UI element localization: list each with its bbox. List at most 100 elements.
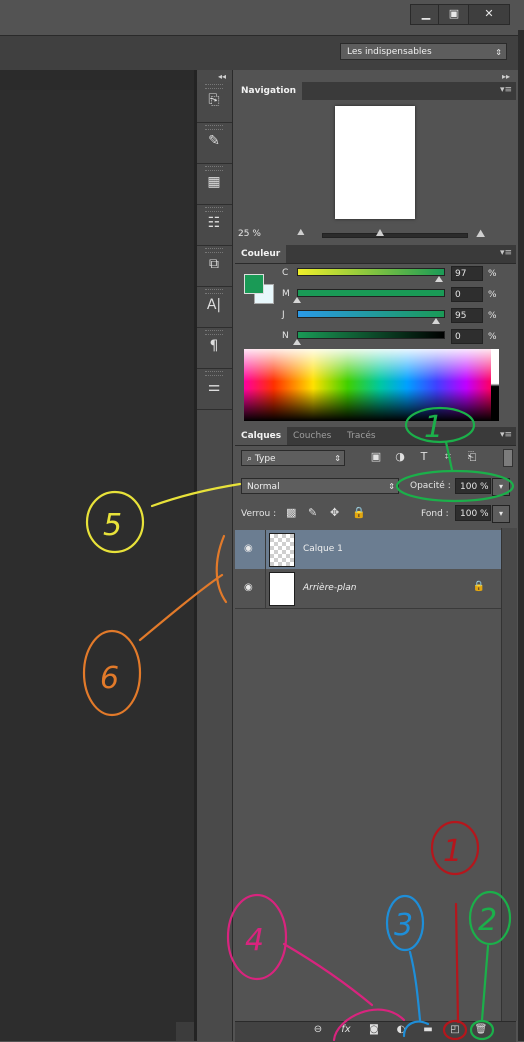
close-button[interactable]: ✕	[468, 4, 510, 25]
black-white-ramp[interactable]	[491, 349, 499, 421]
layer-thumbnail[interactable]	[269, 572, 295, 606]
layer-filter-select[interactable]: ⌕ Type ⇕	[241, 450, 345, 466]
layer-name[interactable]: Arrière-plan	[303, 583, 357, 593]
layer-name[interactable]: Calque 1	[303, 544, 343, 554]
panel-menu-icon[interactable]: ▾≡	[500, 248, 512, 258]
smart-object-filter-icon[interactable]: ⎗	[465, 450, 479, 464]
layer-mask-icon[interactable]: ◙	[366, 1024, 382, 1038]
filter-toggle-switch[interactable]	[503, 449, 513, 467]
paragraph-icon[interactable]: ¶	[204, 338, 224, 354]
lock-label: Verrou :	[241, 509, 277, 519]
dock-cell: ⚌	[197, 369, 232, 410]
clone-source-icon[interactable]: ⧉	[204, 256, 224, 272]
collapse-panels-icon[interactable]: ▸▸	[502, 72, 510, 81]
channel-value-input[interactable]: 0	[451, 329, 483, 344]
grip-icon[interactable]	[205, 289, 223, 294]
pixel-filter-icon[interactable]: ▣	[369, 450, 383, 464]
layer-row[interactable]: ◉ Calque 1	[235, 530, 501, 570]
opacity-label: Opacité :	[410, 481, 451, 491]
channel-slider[interactable]	[297, 310, 445, 318]
color-panel-header: Couleur ▾≡	[235, 245, 516, 264]
new-layer-icon[interactable]: ◰	[447, 1024, 463, 1038]
channel-slider-thumb[interactable]	[434, 276, 443, 282]
adjustment-layer-icon[interactable]: ◐	[393, 1024, 409, 1038]
channel-value-input[interactable]: 0	[451, 287, 483, 302]
channel-value-input[interactable]: 97	[451, 266, 483, 281]
grip-icon[interactable]	[205, 84, 223, 89]
properties-icon[interactable]: ☷	[204, 215, 224, 231]
navigation-thumbnail[interactable]	[335, 106, 415, 219]
lock-image-icon[interactable]: ✎	[308, 506, 317, 519]
channel-slider-thumb[interactable]	[431, 318, 440, 324]
navigation-zoom-value[interactable]: 25 %	[238, 229, 261, 239]
fill-label: Fond :	[421, 509, 449, 519]
layer-style-icon[interactable]: fx	[338, 1024, 354, 1038]
document-tab-strip	[0, 70, 194, 90]
tab-navigation[interactable]: Navigation	[235, 82, 303, 100]
zoom-out-icon[interactable]: ⛰	[297, 228, 305, 238]
new-group-icon[interactable]: ▬	[420, 1024, 436, 1038]
history-icon[interactable]: ⎘	[204, 92, 224, 108]
foreground-color-swatch[interactable]	[244, 274, 264, 294]
opacity-dropdown-button[interactable]: ▾	[492, 478, 510, 496]
panel-menu-icon[interactable]: ▾≡	[500, 430, 512, 440]
row-divider	[265, 569, 266, 608]
layers-scrollbar[interactable]	[501, 528, 517, 1021]
grip-icon[interactable]	[205, 330, 223, 335]
lock-position-icon[interactable]: ✥	[330, 506, 339, 519]
delete-layer-icon[interactable]: 🗑	[473, 1024, 489, 1038]
opacity-input[interactable]: 100 %	[455, 478, 491, 494]
fill-input[interactable]: 100 %	[455, 505, 491, 521]
tab-layers[interactable]: Calques	[235, 427, 288, 445]
text-filter-icon[interactable]: T	[417, 450, 431, 464]
adjustments-icon[interactable]: ⚌	[204, 379, 224, 395]
zoom-slider[interactable]	[322, 233, 468, 238]
channel-slider-thumb[interactable]	[293, 339, 301, 345]
canvas-scroll-corner[interactable]	[176, 1022, 194, 1041]
dock-cell: ¶	[197, 328, 232, 369]
tab-channels[interactable]: Couches	[287, 427, 337, 445]
channel-slider-thumb[interactable]	[293, 297, 301, 303]
grip-icon[interactable]	[205, 207, 223, 212]
dock-cell: ⎘	[197, 82, 232, 123]
fill-dropdown-button[interactable]: ▾	[492, 505, 510, 523]
panel-menu-icon[interactable]: ▾≡	[500, 85, 512, 95]
adjustment-filter-icon[interactable]: ◑	[393, 450, 407, 464]
layer-row[interactable]: ◉ Arrière-plan 🔒	[235, 569, 501, 609]
channel-slider[interactable]	[297, 331, 445, 339]
channel-slider[interactable]	[297, 289, 445, 297]
eye-icon[interactable]: ◉	[244, 543, 253, 554]
link-layers-icon[interactable]: ⊖	[310, 1024, 326, 1038]
lock-transparency-icon[interactable]: ▩	[286, 506, 296, 519]
layer-thumbnail[interactable]	[269, 533, 295, 567]
channel-slider[interactable]	[297, 268, 445, 276]
lock-icon: 🔒	[472, 581, 485, 592]
dock-cell: ▦	[197, 164, 232, 205]
channel-unit: %	[488, 311, 497, 321]
lock-all-icon[interactable]: 🔒	[352, 506, 366, 519]
channel-label: M	[282, 289, 290, 299]
blend-mode-select[interactable]: Normal ⇕	[241, 478, 399, 494]
grip-icon[interactable]	[205, 248, 223, 253]
zoom-in-icon[interactable]: ⛰	[476, 227, 485, 241]
document-canvas[interactable]	[0, 90, 194, 1041]
channel-unit: %	[488, 332, 497, 342]
eye-icon[interactable]: ◉	[244, 582, 253, 593]
tab-paths[interactable]: Tracés	[341, 427, 382, 445]
zoom-slider-thumb[interactable]	[375, 229, 384, 236]
shape-filter-icon[interactable]: ⌗	[441, 450, 455, 464]
workspace-select[interactable]: Les indispensables ⇕	[340, 43, 507, 60]
grip-icon[interactable]	[205, 166, 223, 171]
layers-panel-header: Calques Couches Tracés ▾≡	[235, 427, 516, 446]
channel-value-input[interactable]: 95	[451, 308, 483, 323]
search-icon: ⌕	[247, 454, 253, 464]
character-icon[interactable]: A|	[204, 297, 224, 313]
color-spectrum[interactable]	[244, 349, 491, 421]
brush-panel-icon[interactable]: ▦	[204, 174, 224, 190]
grip-icon[interactable]	[205, 125, 223, 130]
maximize-button[interactable]: ▣	[438, 4, 470, 25]
grip-icon[interactable]	[205, 371, 223, 376]
brush-presets-icon[interactable]: ✎	[204, 133, 224, 149]
tab-color[interactable]: Couleur	[235, 245, 287, 263]
collapse-dock-icon[interactable]: ◂◂	[218, 72, 226, 81]
